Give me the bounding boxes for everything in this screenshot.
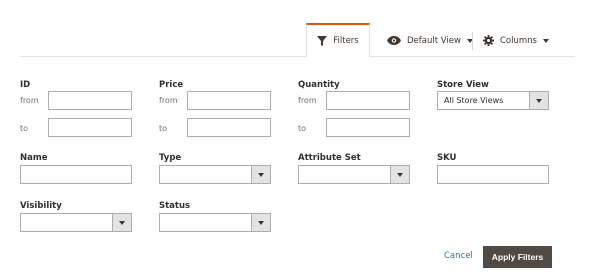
store-view-value: All Store Views bbox=[444, 96, 504, 105]
visibility-filter-label: Visibility bbox=[20, 201, 62, 211]
id-to-input[interactable] bbox=[48, 118, 132, 137]
quantity-to-label: to bbox=[298, 124, 307, 133]
caret-down-icon bbox=[529, 92, 548, 109]
name-filter-label: Name bbox=[20, 153, 48, 163]
price-filter-label: Price bbox=[159, 80, 184, 90]
store-view-select[interactable]: All Store Views bbox=[437, 91, 549, 110]
visibility-select[interactable] bbox=[20, 213, 132, 232]
gear-icon bbox=[483, 35, 494, 46]
quantity-filter-label: Quantity bbox=[298, 80, 340, 90]
quantity-from-input[interactable] bbox=[326, 91, 410, 110]
status-select[interactable] bbox=[159, 213, 271, 232]
columns-label: Columns bbox=[500, 35, 537, 46]
attribute-set-select[interactable] bbox=[298, 165, 410, 184]
store-view-filter-label: Store View bbox=[437, 80, 489, 90]
id-filter-label: ID bbox=[20, 80, 31, 90]
id-from-input[interactable] bbox=[48, 91, 132, 110]
price-to-label: to bbox=[159, 124, 168, 133]
caret-down-icon bbox=[390, 166, 409, 183]
toolbar-divider bbox=[472, 32, 473, 50]
sku-filter-label: SKU bbox=[437, 153, 457, 163]
attribute-set-filter-label: Attribute Set bbox=[298, 153, 361, 163]
quantity-from-label: from bbox=[298, 96, 317, 105]
default-view-dropdown[interactable]: Default View bbox=[387, 24, 473, 57]
eye-icon bbox=[387, 36, 401, 45]
grid-toolbar: Filters Default View Columns bbox=[20, 23, 575, 57]
columns-dropdown[interactable]: Columns bbox=[483, 24, 549, 57]
apply-filters-button[interactable]: Apply Filters bbox=[483, 246, 552, 268]
default-view-label: Default View bbox=[407, 35, 461, 46]
name-input[interactable] bbox=[20, 165, 132, 184]
price-to-input[interactable] bbox=[187, 118, 271, 137]
cancel-button[interactable]: Cancel bbox=[444, 251, 473, 261]
filters-tab-label: Filters bbox=[333, 36, 359, 46]
caret-down-icon bbox=[251, 166, 270, 183]
sku-input[interactable] bbox=[437, 165, 549, 184]
caret-down-icon bbox=[542, 38, 549, 43]
funnel-icon bbox=[317, 36, 328, 46]
id-from-label: from bbox=[20, 96, 39, 105]
quantity-to-input[interactable] bbox=[326, 118, 410, 137]
status-filter-label: Status bbox=[159, 201, 191, 211]
type-filter-label: Type bbox=[159, 153, 182, 163]
price-from-label: from bbox=[159, 96, 178, 105]
type-select[interactable] bbox=[159, 165, 271, 184]
price-from-input[interactable] bbox=[187, 91, 271, 110]
caret-down-icon bbox=[112, 214, 131, 231]
filters-tab[interactable]: Filters bbox=[306, 23, 370, 57]
caret-down-icon bbox=[251, 214, 270, 231]
id-to-label: to bbox=[20, 124, 29, 133]
